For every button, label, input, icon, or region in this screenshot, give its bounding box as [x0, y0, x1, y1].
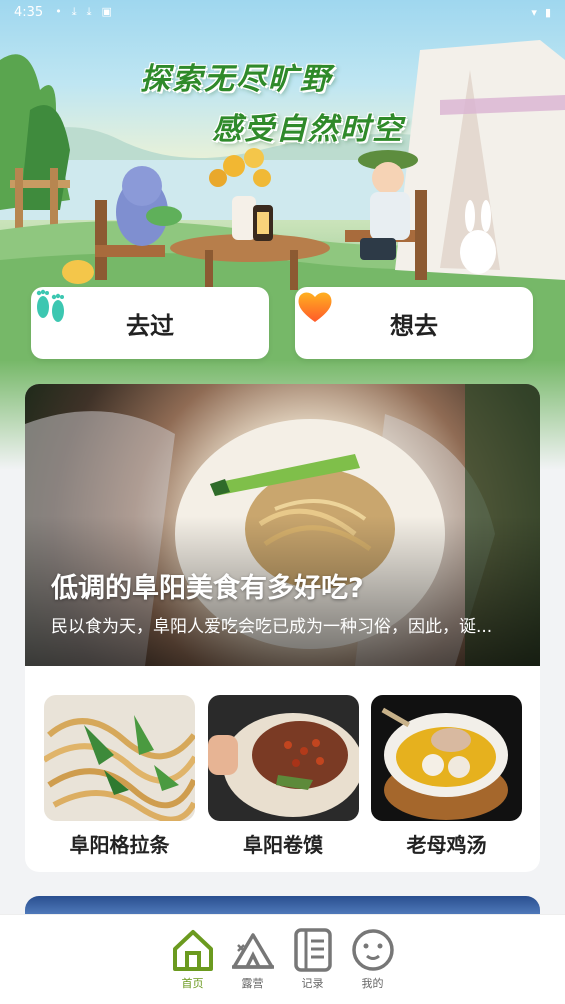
- chicken-soup-photo: [371, 695, 522, 821]
- download-icon-2: ⤓: [86, 5, 92, 18]
- heart-icon: [298, 292, 332, 322]
- food-thumb-gela-noodles[interactable]: [44, 695, 195, 821]
- tab-camping[interactable]: 露营: [227, 927, 279, 1004]
- notification-icons: • ⤓ ⤓ ▣: [55, 5, 112, 19]
- feature-title[interactable]: 低调的阜阳美食有多好吃?: [51, 566, 364, 605]
- tab-home[interactable]: 首页: [167, 927, 219, 1004]
- app-notification-icon: ▣: [101, 5, 112, 18]
- visited-label: 去过: [126, 311, 174, 340]
- slogan-line-2: 感受自然时空: [212, 112, 404, 147]
- visited-button[interactable]: 去过: [31, 287, 269, 359]
- tent-icon: [231, 933, 274, 969]
- wish-button[interactable]: 想去: [295, 287, 533, 359]
- feature-image[interactable]: 低调的阜阳美食有多好吃? 民以食为天，阜阳人爱吃会吃已成为一种习俗，因此，诞..…: [25, 384, 540, 666]
- food-item-gela-noodles[interactable]: 阜阳格拉条: [44, 695, 195, 858]
- food-name: 阜阳卷馍: [243, 833, 323, 857]
- notification-dot-icon: •: [55, 5, 62, 18]
- food-thumb-hen-soup[interactable]: [371, 695, 522, 821]
- tab-camping-label: 露营: [241, 977, 264, 990]
- food-name: 老母鸡汤: [406, 833, 487, 857]
- slogan-line-1: 探索无尽旷野: [140, 62, 332, 97]
- food-list: 阜阳格拉条 阜阳卷馍 老母鸡汤: [44, 695, 522, 858]
- food-item-hen-soup[interactable]: 老母鸡汤: [371, 695, 522, 858]
- tab-records[interactable]: 记录: [287, 927, 339, 1004]
- tab-records-label: 记录: [301, 977, 324, 990]
- footprints-icon: [36, 289, 64, 322]
- wish-label: 想去: [390, 311, 438, 340]
- noodles-photo: [44, 695, 195, 821]
- feature-description: 民以食为天，阜阳人爱吃会吃已成为一种习俗，因此，诞...: [51, 617, 493, 637]
- food-item-rolled-bun[interactable]: 阜阳卷馍: [207, 695, 359, 858]
- tab-profile[interactable]: 我的: [347, 927, 399, 1004]
- home-icon: [172, 930, 213, 971]
- food-thumb-rolled-bun[interactable]: [207, 695, 359, 821]
- food-name: 阜阳格拉条: [69, 833, 170, 857]
- bottom-tab-bar: 首页 露营 记录 我的: [0, 914, 565, 1004]
- status-time: 4:35: [14, 4, 44, 20]
- status-bar: 4:35 • ⤓ ⤓ ▣ ▾ ▮: [0, 0, 565, 24]
- face-icon: [351, 929, 394, 971]
- system-icons: ▾ ▮: [531, 6, 551, 19]
- notebook-icon: [293, 928, 332, 972]
- wifi-icon: ▾: [531, 5, 537, 19]
- rolled-bun-photo: [207, 695, 359, 821]
- food-feature-card[interactable]: 低调的阜阳美食有多好吃? 民以食为天，阜阳人爱吃会吃已成为一种习俗，因此，诞..…: [25, 384, 540, 872]
- battery-icon: ▮: [544, 5, 551, 19]
- tab-home-label: 首页: [181, 977, 204, 990]
- tab-profile-label: 我的: [361, 977, 384, 990]
- download-icon: ⤓: [71, 5, 77, 18]
